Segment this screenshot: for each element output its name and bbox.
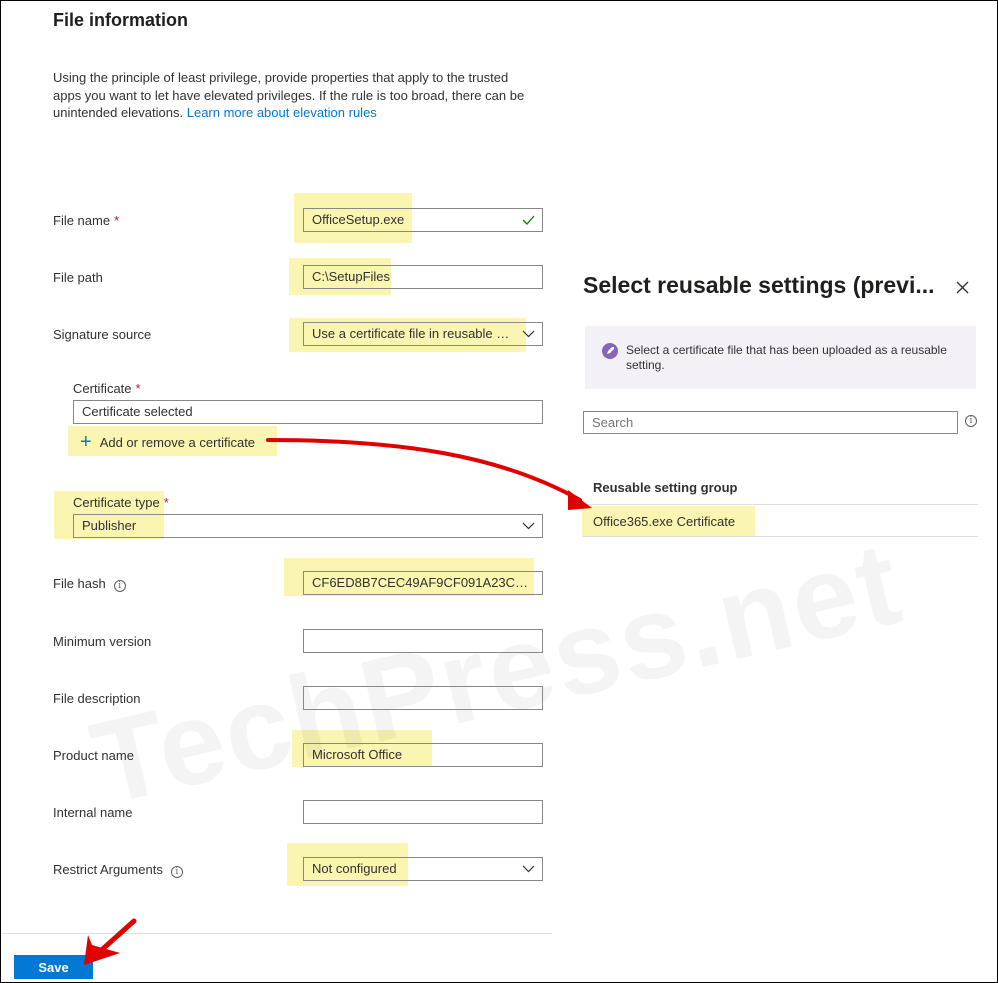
product-name-input[interactable]: Microsoft Office <box>303 743 543 767</box>
footer-divider <box>0 933 552 934</box>
table-divider <box>583 536 978 537</box>
file-path-label: File path <box>53 270 103 285</box>
signature-source-label: Signature source <box>53 327 152 342</box>
info-icon[interactable]: i <box>170 866 183 878</box>
checkmark-icon <box>520 209 536 231</box>
certificate-type-label: Certificate type * <box>73 495 169 510</box>
file-hash-label: File hash i <box>53 576 126 592</box>
certificate-label: Certificate * <box>73 381 141 396</box>
rocket-icon <box>602 343 618 359</box>
file-description-label: File description <box>53 691 141 706</box>
save-button[interactable]: Save <box>14 955 93 979</box>
signature-source-dropdown[interactable]: Use a certificate file in reusable setti… <box>303 322 543 346</box>
certificate-type-dropdown[interactable]: Publisher <box>73 514 543 538</box>
restrict-arguments-label: Restrict Arguments i <box>53 862 183 878</box>
internal-name-input[interactable] <box>303 800 543 824</box>
annotation-arrow <box>93 918 137 958</box>
file-name-label: File name * <box>53 213 120 228</box>
close-icon[interactable] <box>952 277 972 297</box>
table-row[interactable]: Office365.exe Certificate <box>593 514 735 529</box>
column-header-reusable-setting-group: Reusable setting group <box>593 480 738 495</box>
file-description-input[interactable] <box>303 686 543 710</box>
info-icon[interactable]: i <box>113 580 126 592</box>
minimum-version-input[interactable] <box>303 629 543 653</box>
minimum-version-label: Minimum version <box>53 634 152 649</box>
learn-more-link[interactable]: Learn more about elevation rules <box>187 105 377 120</box>
intro-text: Using the principle of least privilege, … <box>53 69 533 122</box>
notice-banner: Select a certificate file that has been … <box>585 326 976 389</box>
chevron-down-icon <box>520 323 536 345</box>
notice-text: Select a certificate file that has been … <box>626 343 947 372</box>
annotation-arrow <box>266 438 582 502</box>
info-icon[interactable]: i <box>965 415 977 427</box>
file-name-input[interactable]: OfficeSetup.exe <box>303 208 543 232</box>
section-title: File information <box>53 10 188 30</box>
chevron-down-icon <box>520 858 536 880</box>
product-name-label: Product name <box>53 748 134 763</box>
internal-name-label: Internal name <box>53 805 133 820</box>
search-input[interactable] <box>583 411 958 434</box>
restrict-arguments-dropdown[interactable]: Not configured <box>303 857 543 881</box>
table-divider <box>583 504 978 505</box>
certificate-input[interactable]: Certificate selected <box>73 400 543 424</box>
chevron-down-icon <box>520 515 536 537</box>
file-hash-input[interactable]: CF6ED8B7CEC49AF9CF091A23CBA9... <box>303 571 543 595</box>
panel-title: Select reusable settings (previ... <box>583 272 935 298</box>
add-remove-certificate-link[interactable]: + Add or remove a certificate <box>80 431 255 453</box>
file-path-input[interactable]: C:\SetupFiles <box>303 265 543 289</box>
plus-icon: + <box>80 431 92 453</box>
